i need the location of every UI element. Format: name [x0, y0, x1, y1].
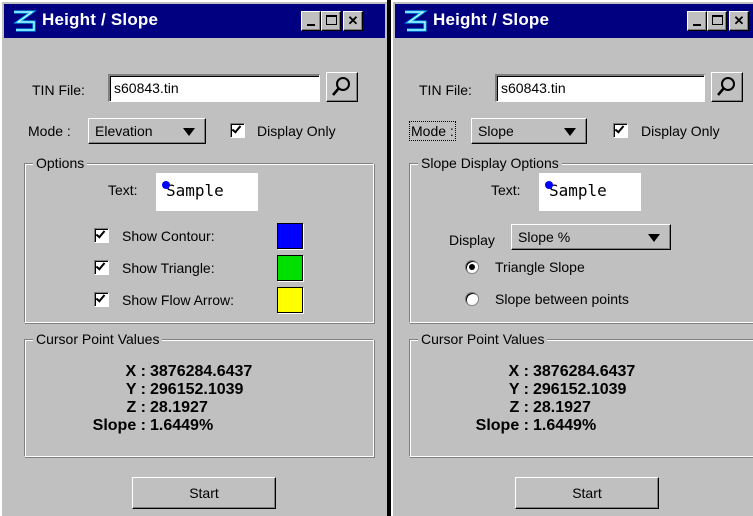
mode-label: Mode :: [28, 123, 71, 139]
triangle-slope-label: Triangle Slope: [495, 259, 585, 275]
close-button[interactable]: ✕: [729, 11, 749, 31]
window-controls: ✕: [301, 11, 363, 31]
checkmark-icon: [95, 292, 106, 303]
options-group-title: Options: [33, 154, 88, 172]
display-only-label: Display Only: [257, 123, 336, 139]
x-value: 3876284.6437: [533, 363, 636, 380]
chevron-down-icon: [564, 128, 576, 136]
x-label: X :: [508, 363, 529, 380]
magnifier-icon: [332, 77, 350, 96]
display-only-checkbox[interactable]: [230, 123, 245, 138]
window-title: Height / Slope: [42, 10, 159, 29]
sample-text-preview[interactable]: Sample: [539, 173, 641, 211]
minimize-icon: [307, 24, 315, 26]
show-flow-arrow-label: Show Flow Arrow:: [122, 292, 235, 308]
show-contour-label: Show Contour:: [122, 228, 215, 244]
slope-label: Slope :: [92, 417, 146, 434]
display-select[interactable]: Slope %: [511, 224, 671, 250]
minimize-icon: [693, 24, 701, 26]
sample-text: Sample: [549, 181, 607, 200]
display-only-checkbox[interactable]: [613, 123, 628, 138]
cursor-group-title: Cursor Point Values: [33, 330, 163, 348]
cursor-pointer-icon: [162, 181, 170, 189]
display-label: Display: [449, 232, 495, 248]
browse-button[interactable]: [711, 72, 743, 102]
display-select-value: Slope %: [518, 229, 571, 245]
height-slope-window-elevation: Height / Slope ✕ TIN File: s60843.tin Mo…: [0, 0, 389, 516]
minimize-button[interactable]: [687, 11, 707, 31]
text-label: Text:: [108, 182, 138, 198]
mode-label: Mode :: [409, 121, 456, 141]
window-controls: ✕: [687, 11, 749, 31]
mode-select-value: Slope: [478, 123, 514, 139]
height-slope-window-slope: Height / Slope ✕ TIN File: s60843.tin Mo…: [391, 0, 753, 516]
z-label: Z :: [509, 399, 529, 416]
options-group-title: Slope Display Options: [418, 154, 562, 172]
cursor-pointer-icon: [545, 181, 553, 189]
flow-arrow-color-swatch[interactable]: [277, 287, 303, 313]
app-logo-icon: [404, 10, 428, 32]
checkmark-icon: [231, 123, 242, 134]
close-icon: ✕: [347, 13, 359, 28]
show-flow-arrow-checkbox[interactable]: [94, 292, 109, 307]
radio-selected-icon: [469, 264, 475, 270]
app-logo-icon: [13, 10, 37, 32]
magnifier-icon: [717, 77, 735, 96]
y-value: 296152.1039: [533, 381, 627, 398]
z-label: Z :: [126, 399, 146, 416]
start-button[interactable]: Start: [132, 477, 276, 509]
y-value: 296152.1039: [150, 381, 244, 398]
y-label: Y :: [125, 381, 146, 398]
browse-button[interactable]: [326, 72, 358, 102]
start-button[interactable]: Start: [515, 477, 659, 509]
maximize-icon: [326, 15, 337, 25]
checkmark-icon: [95, 228, 106, 239]
slope-between-points-radio[interactable]: [465, 292, 479, 306]
x-value: 3876284.6437: [150, 363, 253, 380]
tin-file-input[interactable]: s60843.tin: [108, 74, 320, 102]
slope-between-points-label: Slope between points: [495, 291, 629, 307]
mode-select-value: Elevation: [95, 123, 153, 139]
checkmark-icon: [614, 123, 625, 134]
slope-label: Slope :: [475, 417, 529, 434]
maximize-icon: [712, 15, 723, 25]
mode-select[interactable]: Slope: [471, 118, 587, 144]
minimize-button[interactable]: [301, 11, 321, 31]
maximize-button[interactable]: [321, 11, 341, 31]
triangle-slope-radio[interactable]: [465, 260, 479, 274]
show-triangle-label: Show Triangle:: [122, 260, 215, 276]
mode-select[interactable]: Elevation: [88, 118, 206, 144]
z-value: 28.1927: [533, 399, 591, 416]
sample-text-preview[interactable]: Sample: [156, 173, 258, 211]
x-label: X :: [125, 363, 146, 380]
text-label: Text:: [491, 182, 521, 198]
chevron-down-icon: [648, 234, 660, 242]
z-value: 28.1927: [150, 399, 208, 416]
title-bar[interactable]: Height / Slope ✕: [395, 4, 753, 38]
close-button[interactable]: ✕: [343, 11, 363, 31]
close-icon: ✕: [733, 13, 745, 28]
contour-color-swatch[interactable]: [277, 223, 303, 249]
sample-text: Sample: [166, 181, 224, 200]
tin-file-input[interactable]: s60843.tin: [495, 74, 705, 102]
slope-value: 1.6449%: [533, 417, 597, 434]
cursor-group-title: Cursor Point Values: [418, 330, 548, 348]
chevron-down-icon: [183, 128, 195, 136]
triangle-color-swatch[interactable]: [277, 255, 303, 281]
slope-value: 1.6449%: [150, 417, 214, 434]
show-triangle-checkbox[interactable]: [94, 260, 109, 275]
y-label: Y :: [508, 381, 529, 398]
tin-file-label: TIN File:: [32, 82, 85, 98]
tin-file-label: TIN File:: [419, 82, 472, 98]
show-contour-checkbox[interactable]: [94, 228, 109, 243]
display-only-label: Display Only: [641, 123, 720, 139]
checkmark-icon: [95, 260, 106, 271]
title-bar[interactable]: Height / Slope ✕: [4, 4, 385, 38]
window-title: Height / Slope: [433, 10, 550, 29]
maximize-button[interactable]: [707, 11, 727, 31]
